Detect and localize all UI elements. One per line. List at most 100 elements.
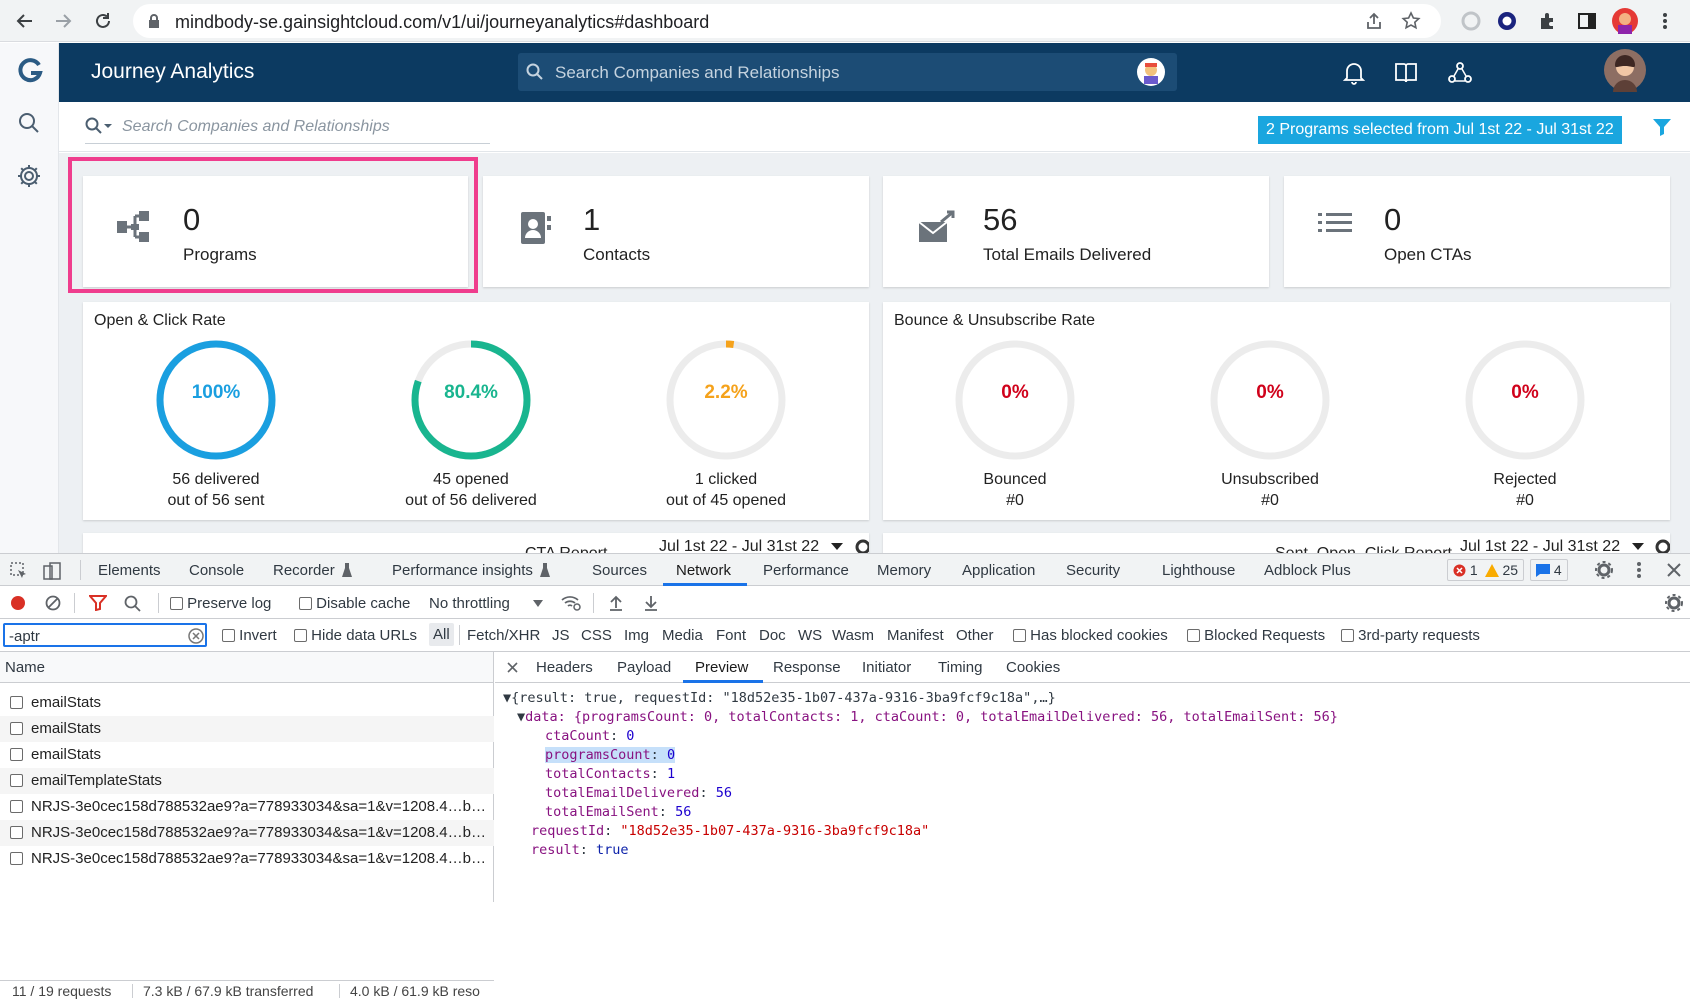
type-filter-all[interactable]: All: [429, 623, 454, 646]
has-blocked-cookies-checkbox[interactable]: Has blocked cookies: [1013, 627, 1168, 644]
network-people-icon[interactable]: [1445, 58, 1475, 88]
tab-adblock-plus[interactable]: Adblock Plus: [1264, 562, 1351, 579]
tab-response[interactable]: Response: [773, 659, 841, 676]
type-filter-font[interactable]: Font: [716, 627, 746, 644]
side-panel-icon[interactable]: [1574, 8, 1600, 34]
address-bar[interactable]: mindbody-se.gainsightcloud.com/v1/ui/jou…: [133, 4, 1441, 38]
stat-card-open-ctas[interactable]: 0 Open CTAs: [1284, 176, 1670, 287]
extension-circle-icon[interactable]: [1494, 8, 1520, 34]
type-filter-wasm[interactable]: Wasm: [832, 627, 874, 644]
tab-recorder[interactable]: Recorder: [273, 562, 335, 579]
tab-cookies[interactable]: Cookies: [1006, 659, 1060, 676]
name-column-header[interactable]: Name: [5, 659, 45, 676]
hide-data-urls-checkbox[interactable]: Hide data URLs: [294, 627, 417, 644]
throttling-select[interactable]: No throttling: [429, 595, 510, 612]
bounced-gauge[interactable]: 0% Bounced #0: [925, 335, 1105, 510]
tab-memory[interactable]: Memory: [877, 562, 931, 579]
extension-g-icon[interactable]: [1458, 8, 1484, 34]
chevron-down-icon[interactable]: [831, 543, 843, 551]
type-filter-media[interactable]: Media: [662, 627, 703, 644]
request-row[interactable]: NRJS-3e0cec158d788532ae9?a=778933034&sa=…: [0, 846, 494, 872]
type-filter-css[interactable]: CSS: [581, 627, 612, 644]
devtools-settings-icon[interactable]: [1595, 561, 1613, 579]
gainsight-logo-icon[interactable]: [16, 57, 44, 85]
delivered-gauge[interactable]: 100% 56 delivered out of 56 sent: [126, 335, 306, 510]
company-search-input[interactable]: Search Companies and Relationships: [122, 118, 390, 136]
rejected-gauge[interactable]: 0% Rejected #0: [1435, 335, 1615, 510]
extensions-puzzle-icon[interactable]: [1535, 8, 1561, 34]
reload-icon[interactable]: [88, 6, 118, 36]
type-filter-other[interactable]: Other: [956, 627, 994, 644]
type-filter-ws[interactable]: WS: [798, 627, 822, 644]
request-row[interactable]: emailTemplateStats: [0, 768, 494, 794]
share-icon[interactable]: [1365, 12, 1383, 30]
book-icon[interactable]: [1391, 58, 1421, 88]
request-row[interactable]: emailStats: [0, 742, 494, 768]
close-icon[interactable]: [507, 662, 518, 673]
clear-icon[interactable]: [45, 595, 61, 611]
filter-icon[interactable]: [89, 595, 107, 611]
network-conditions-icon[interactable]: [560, 594, 582, 612]
network-settings-icon[interactable]: [1665, 594, 1683, 612]
bookmark-star-icon[interactable]: [1401, 11, 1421, 31]
stat-card-emails-delivered[interactable]: 56 Total Emails Delivered: [883, 176, 1269, 287]
back-icon[interactable]: [10, 6, 40, 36]
search-dropdown-icon[interactable]: [85, 117, 113, 135]
chevron-down-icon[interactable]: [533, 600, 543, 607]
user-profile-avatar[interactable]: [1603, 48, 1647, 92]
clicked-gauge[interactable]: 2.2% 1 clicked out of 45 opened: [636, 335, 816, 510]
expand-triangle-icon[interactable]: ▼: [517, 709, 525, 725]
tab-network[interactable]: Network: [676, 562, 731, 579]
import-har-icon[interactable]: [608, 594, 624, 612]
clear-filter-icon[interactable]: [188, 628, 204, 644]
tab-sources[interactable]: Sources: [592, 562, 647, 579]
chrome-menu-icon[interactable]: [1652, 8, 1678, 34]
chevron-down-icon[interactable]: [1632, 543, 1644, 551]
third-party-requests-checkbox[interactable]: 3rd-party requests: [1341, 627, 1480, 644]
search-icon[interactable]: [17, 111, 41, 135]
type-filter-js[interactable]: JS: [552, 627, 570, 644]
user-avatar-icon[interactable]: [1136, 57, 1166, 87]
filter-funnel-icon[interactable]: [1651, 116, 1673, 138]
type-filter-doc[interactable]: Doc: [759, 627, 786, 644]
device-toolbar-icon[interactable]: [42, 561, 62, 581]
program-filter-badge[interactable]: 2 Programs selected from Jul 1st 22 - Ju…: [1258, 116, 1622, 144]
request-row[interactable]: emailStats: [0, 690, 494, 716]
request-row[interactable]: emailStats: [0, 716, 494, 742]
tab-payload[interactable]: Payload: [617, 659, 671, 676]
issues-counter[interactable]: 1 25: [1447, 559, 1525, 581]
invert-checkbox[interactable]: Invert: [222, 627, 277, 644]
search-icon[interactable]: [124, 595, 142, 613]
tab-lighthouse[interactable]: Lighthouse: [1162, 562, 1235, 579]
inspect-element-icon[interactable]: [10, 562, 28, 580]
request-row[interactable]: NRJS-3e0cec158d788532ae9?a=778933034&sa=…: [0, 794, 494, 820]
tab-preview[interactable]: Preview: [695, 659, 748, 676]
notifications-bell-icon[interactable]: [1339, 58, 1369, 88]
tab-timing[interactable]: Timing: [938, 659, 982, 676]
type-filter-fetch-xhr[interactable]: Fetch/XHR: [467, 627, 540, 644]
request-row[interactable]: NRJS-3e0cec158d788532ae9?a=778933034&sa=…: [0, 820, 494, 846]
profile-avatar[interactable]: [1612, 8, 1638, 34]
global-search-input[interactable]: Search Companies and Relationships: [518, 53, 1177, 91]
more-options-icon[interactable]: [1636, 561, 1642, 579]
tab-performance-insights[interactable]: Performance insights: [392, 562, 533, 579]
preserve-log-checkbox[interactable]: Preserve log: [170, 595, 271, 612]
tab-elements[interactable]: Elements: [98, 562, 161, 579]
close-icon[interactable]: [1667, 563, 1681, 577]
export-har-icon[interactable]: [643, 594, 659, 612]
tab-performance[interactable]: Performance: [763, 562, 849, 579]
tab-headers[interactable]: Headers: [536, 659, 593, 676]
stat-card-contacts[interactable]: 1 Contacts: [483, 176, 869, 287]
unsubscribed-gauge[interactable]: 0% Unsubscribed #0: [1180, 335, 1360, 510]
messages-counter[interactable]: 4: [1530, 559, 1568, 581]
forward-icon[interactable]: [48, 6, 78, 36]
tab-application[interactable]: Application: [962, 562, 1035, 579]
type-filter-img[interactable]: Img: [624, 627, 649, 644]
json-data-line[interactable]: ▼data: {programsCount: 0, totalContacts:…: [517, 709, 1338, 725]
expand-triangle-icon[interactable]: ▼: [503, 690, 511, 706]
tab-security[interactable]: Security: [1066, 562, 1120, 579]
tab-console[interactable]: Console: [189, 562, 244, 579]
opened-gauge[interactable]: 80.4% 45 opened out of 56 delivered: [381, 335, 561, 510]
settings-gear-icon[interactable]: [15, 162, 44, 191]
type-filter-manifest[interactable]: Manifest: [887, 627, 944, 644]
